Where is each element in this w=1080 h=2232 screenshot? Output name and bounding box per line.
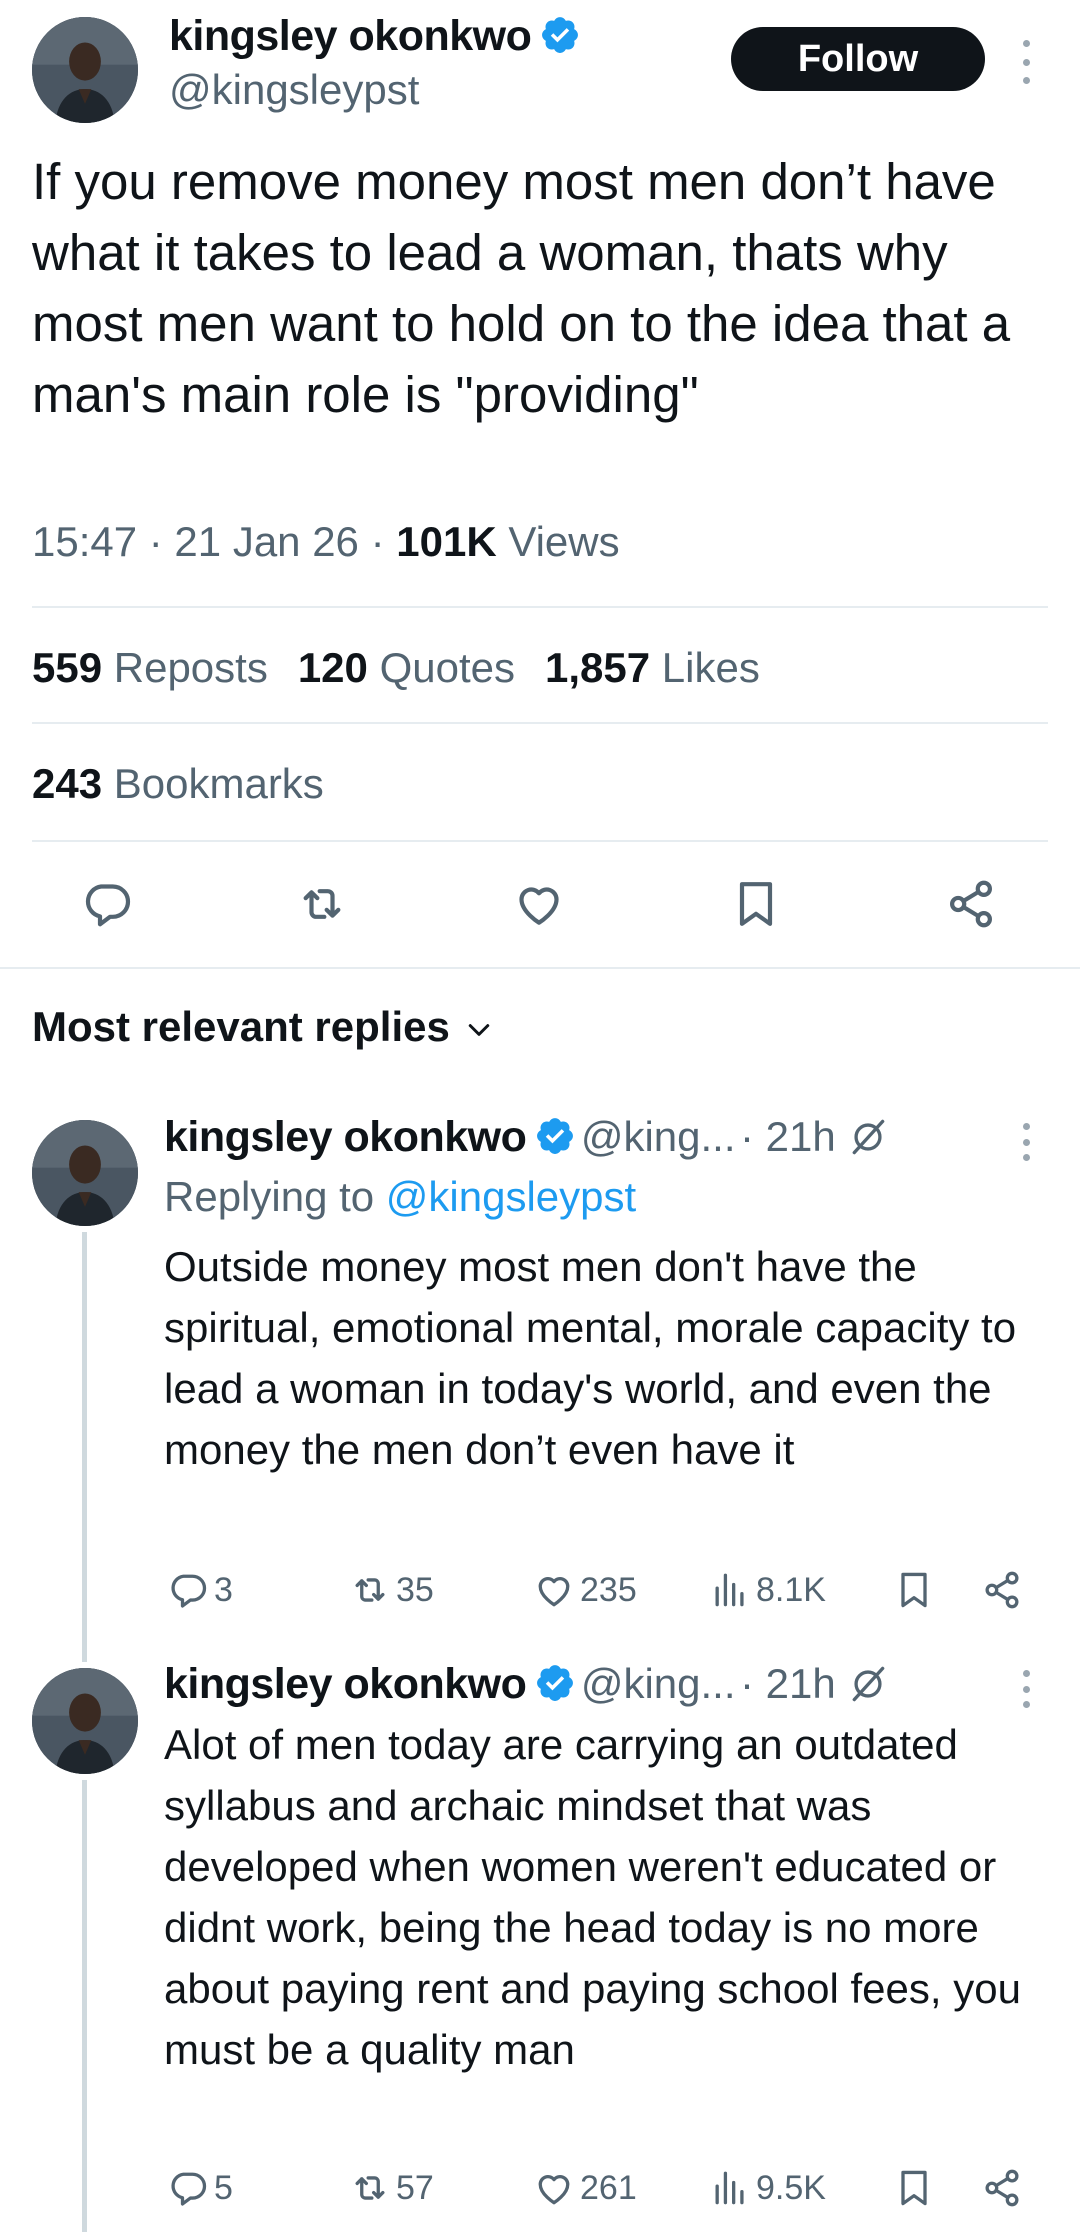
avatar-image (32, 1668, 138, 1774)
verified-badge-icon (534, 1662, 576, 1704)
bookmark-icon[interactable] (892, 2166, 936, 2210)
thread-line (82, 1232, 87, 1662)
verified-badge-icon (534, 1115, 576, 1157)
likes-stat[interactable]: 1,857 Likes (545, 644, 760, 691)
views-count: 101K (396, 518, 497, 565)
reply-author-name[interactable]: kingsley okonkwo (164, 1113, 527, 1161)
views-icon (708, 2166, 752, 2210)
share-icon[interactable] (980, 2166, 1024, 2210)
reply-count: 3 (214, 1570, 233, 1609)
repost-icon[interactable] (294, 876, 350, 932)
reply-icon[interactable] (79, 876, 135, 932)
bookmarks-stat[interactable]: 243 Bookmarks (32, 760, 324, 808)
author-name[interactable]: kingsley okonkwo (169, 12, 532, 60)
avatar-image (32, 17, 138, 123)
repost-count: 35 (396, 1570, 434, 1609)
reply-text: Outside money most men don't have the sp… (164, 1243, 1017, 1473)
mute-icon (846, 1662, 890, 1706)
repost-icon (348, 2166, 392, 2210)
post-time: 15:47 · 21 Jan 26 · (32, 518, 397, 565)
like-icon (532, 1568, 576, 1612)
replies-sort-dropdown[interactable]: Most relevant replies (32, 1003, 494, 1051)
views-icon (708, 1568, 752, 1612)
reply-button[interactable]: 5 (166, 2166, 233, 2210)
reply-icon (166, 2166, 210, 2210)
divider (32, 606, 1048, 608)
like-button[interactable]: 235 (532, 1568, 637, 1612)
repost-count: 57 (396, 2168, 434, 2207)
thread-line (82, 1780, 87, 2232)
reply-count: 5 (214, 2168, 233, 2207)
like-count: 235 (580, 1570, 637, 1609)
section-divider (0, 967, 1080, 969)
reply-header: kingsley okonkwo @king... · 21h (164, 1660, 890, 1709)
chevron-down-icon (468, 1024, 490, 1036)
more-icon[interactable] (1020, 40, 1032, 84)
repost-icon (348, 1568, 392, 1612)
views-count: 8.1K (756, 1570, 826, 1609)
author-handle[interactable]: @kingsleypst (169, 66, 419, 114)
views-label: Views (496, 518, 620, 565)
post-text: If you remove money most men don’t have … (32, 153, 1011, 423)
replying-to-link[interactable]: @kingsleypst (386, 1173, 636, 1220)
bookmark-icon[interactable] (728, 876, 784, 932)
quotes-stat[interactable]: 120 Quotes (298, 644, 515, 691)
author-avatar[interactable] (32, 17, 138, 123)
views-count: 9.5K (756, 2168, 826, 2207)
reply-author-handle[interactable]: @king... (581, 1113, 736, 1160)
post-stats-row: 559 Reposts 120 Quotes 1,857 Likes (32, 644, 760, 692)
reply-author-name[interactable]: kingsley okonkwo (164, 1660, 527, 1708)
more-icon[interactable] (1020, 1123, 1032, 1161)
divider (32, 840, 1048, 842)
avatar-image (32, 1120, 138, 1226)
reply-button[interactable]: 3 (166, 1568, 233, 1612)
views-button[interactable]: 8.1K (708, 1568, 826, 1612)
reposts-stat[interactable]: 559 Reposts (32, 644, 268, 691)
replies-sort-label: Most relevant replies (32, 1003, 450, 1050)
follow-button[interactable]: Follow (731, 27, 985, 91)
like-icon (532, 2166, 576, 2210)
reply-age: · 21h (739, 1660, 836, 1707)
reply-author-handle[interactable]: @king... (581, 1660, 736, 1707)
views-button[interactable]: 9.5K (708, 2166, 826, 2210)
like-button[interactable]: 261 (532, 2166, 637, 2210)
like-count: 261 (580, 2168, 637, 2207)
like-icon[interactable] (511, 876, 567, 932)
reply-header: kingsley okonkwo @king... · 21h (164, 1113, 890, 1162)
reply-age: · 21h (739, 1113, 836, 1160)
repost-button[interactable]: 35 (348, 1568, 434, 1612)
mute-icon (846, 1115, 890, 1159)
reply-icon (166, 1568, 210, 1612)
share-icon[interactable] (980, 1568, 1024, 1612)
reply-avatar[interactable] (32, 1668, 138, 1774)
share-icon[interactable] (943, 876, 999, 932)
repost-button[interactable]: 57 (348, 2166, 434, 2210)
reply-text: Alot of men today are carrying an outdat… (164, 1721, 1021, 2073)
replying-to: Replying to @kingsleypst (164, 1173, 637, 1220)
bookmark-icon[interactable] (892, 1568, 936, 1612)
divider (32, 722, 1048, 724)
reply-avatar[interactable] (32, 1120, 138, 1226)
verified-badge-icon (539, 14, 581, 56)
more-icon[interactable] (1020, 1670, 1032, 1708)
post-meta: 15:47 · 21 Jan 26 · 101K Views (32, 518, 620, 566)
